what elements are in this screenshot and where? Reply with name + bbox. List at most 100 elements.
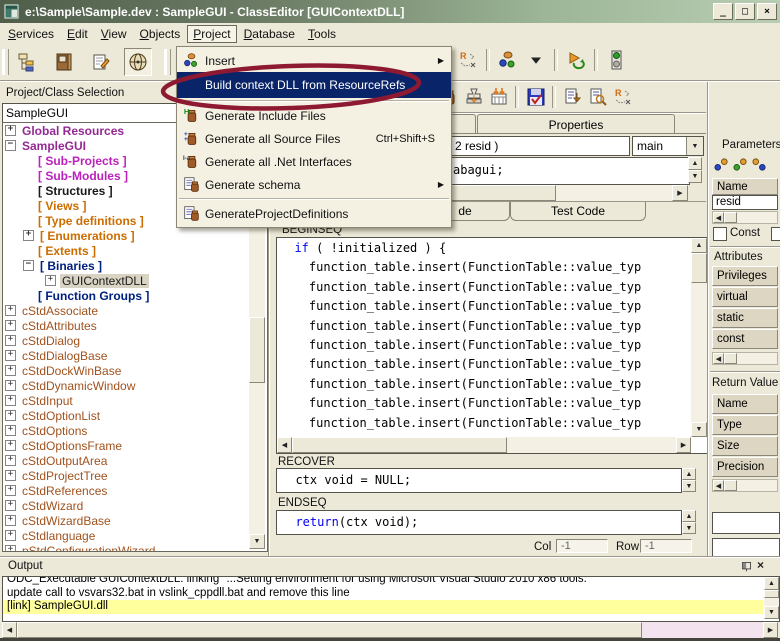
menu-item-generate-all-source-files[interactable]: ++Generate all Source FilesCtrl+Shift+S [177,127,451,150]
tree-expander-icon[interactable]: + [5,425,16,436]
tree-item--enumerations-[interactable]: +[ Enumerations ] [3,228,267,243]
tree-expander-icon[interactable]: + [5,500,16,511]
tree-expander-icon[interactable]: + [23,230,34,241]
return-extra-field-1[interactable] [712,512,780,534]
tree-item-cstdinput[interactable]: +cStdInput [3,393,267,408]
menu-view[interactable]: View [95,25,133,43]
tab-properties[interactable]: Properties [477,114,675,134]
export-doc-button[interactable] [560,84,585,109]
attributes-hscrollbar[interactable]: ◀ [712,352,778,365]
tree-item--binaries-[interactable]: −[ Binaries ] [3,258,267,273]
menu-edit[interactable]: Edit [61,25,94,43]
param-pair-blue-icon[interactable] [714,157,729,172]
param-const-checkbox-2[interactable] [771,227,780,241]
declaration-spinner[interactable]: ▲ ▼ [688,157,702,183]
menu-item-generate-all-net-interfaces[interactable]: I-aGenerate all .Net Interfaces [177,150,451,173]
tree-expander-icon[interactable]: + [5,410,16,421]
tree-item-cstdoptionsframe[interactable]: +cStdOptionsFrame [3,438,267,453]
tree-item-cstdprojecttree[interactable]: +cStdProjectTree [3,468,267,483]
tree-item-cstdwizardbase[interactable]: +cStdWizardBase [3,513,267,528]
pin-icon[interactable] [740,560,753,573]
output-line[interactable]: update call to vsvars32.bat in vslink_cp… [3,587,763,601]
tree-item-pstdconfigurationwizard[interactable]: +pStdConfigurationWizard [3,543,267,552]
endseq-field[interactable]: return(ctx void); [276,510,682,535]
return-row-size[interactable]: Size [712,436,778,456]
return-row-type[interactable]: Type [712,415,778,435]
code-hscrollbar[interactable]: ◀ ▶ [277,437,691,453]
tree-expander-icon[interactable]: + [5,350,16,361]
menu-item-build-context-dll-from-resourcerefs[interactable]: Build context DLL from ResourceRefs [177,72,451,98]
library-button[interactable] [50,48,78,76]
tree-expander-icon[interactable]: + [5,335,16,346]
dropdown-arrow-button[interactable] [522,46,550,74]
class-tree-button[interactable] [13,48,41,76]
attribute-row-virtual[interactable]: virtual [712,287,778,307]
tree-expander-icon[interactable]: − [23,260,34,271]
toolbar-drag-handle[interactable] [2,49,9,75]
recover-spinner[interactable]: ▲ ▼ [682,468,696,493]
tree-item-cstdoptions[interactable]: +cStdOptions [3,423,267,438]
tree-expander-icon[interactable]: + [5,455,16,466]
recover-field[interactable]: ctx void = NULL; [276,468,682,493]
tree-expander-icon[interactable]: + [5,440,16,451]
param-pair-orange-icon[interactable] [752,157,767,172]
run-button[interactable] [562,46,590,74]
attribute-row-privileges[interactable]: Privileges [712,266,778,286]
tree-item-cstddialogbase[interactable]: +cStdDialogBase [3,348,267,363]
menu-database[interactable]: Database [238,25,301,43]
output-hscrollbar[interactable]: ◀ ▶ [2,622,778,638]
return-extra-field-2[interactable] [712,538,780,557]
menu-item-generateprojectdefinitions[interactable]: GenerateProjectDefinitions [177,202,451,225]
tree-expander-icon[interactable]: + [5,530,16,541]
return-row-precision[interactable]: Precision [712,457,778,477]
param-pair-green-icon[interactable] [733,157,748,172]
tree-item-cstdreferences[interactable]: +cStdReferences [3,483,267,498]
tab-test-code[interactable]: Test Code [510,202,646,221]
maximize-button[interactable]: □ [735,3,755,20]
tree-item-guicontextdll[interactable]: +GUIContextDLL [3,273,267,288]
tree-expander-icon[interactable]: + [5,545,16,552]
menu-tools[interactable]: Tools [302,25,342,43]
tree-expander-icon[interactable]: + [5,320,16,331]
stamp-button[interactable] [461,84,486,109]
endseq-spinner[interactable]: ▲ ▼ [682,510,696,535]
menu-item-generate-schema[interactable]: Generate schema▶ [177,173,451,196]
tree-item-cstddynamicwindow[interactable]: +cStdDynamicWindow [3,378,267,393]
tree-expander-icon[interactable]: + [5,365,16,376]
tree-expander-icon[interactable]: + [5,125,16,136]
tree-expander-icon[interactable]: + [5,380,16,391]
tree-item-cstddockwinbase[interactable]: +cStdDockWinBase [3,363,267,378]
return-row-name[interactable]: Name [712,394,778,414]
find-doc-button[interactable] [585,84,610,109]
toolbar-drag-handle[interactable] [164,49,171,75]
menu-item-generate-include-files[interactable]: HGenerate Include Files [177,104,451,127]
right-splitter[interactable] [707,82,709,556]
tree-expander-icon[interactable]: + [5,470,16,481]
menu-services[interactable]: Services [2,25,60,43]
tree-item-cstdlanguage[interactable]: +cStdlanguage [3,528,267,543]
tree-item-cstdassociate[interactable]: +cStdAssociate [3,303,267,318]
output-vscrollbar[interactable]: ▲ ▼ [764,577,779,619]
tree-item--function-groups-[interactable]: [ Function Groups ] [3,288,267,303]
tree-expander-icon[interactable]: − [5,140,16,151]
close-button[interactable]: × [757,3,777,20]
return-hscrollbar[interactable]: ◀ [712,479,778,492]
output-splitter[interactable] [0,556,780,558]
code-vscrollbar[interactable]: ▲ ▼ [691,238,707,437]
menu-project[interactable]: Project [187,25,236,43]
insert-objects-button[interactable] [494,46,522,74]
param-name-value[interactable]: resid [712,195,778,210]
refresh-resources-button[interactable]: R [454,46,482,74]
save-check-button[interactable] [523,84,548,109]
tree-item-cstdattributes[interactable]: +cStdAttributes [3,318,267,333]
edit-source-button[interactable] [87,48,115,76]
menu-item-insert[interactable]: Insert▶ [177,49,451,72]
output-line[interactable]: [link] SampleGUI.dll [3,600,763,614]
close-output-icon[interactable]: × [757,558,764,572]
output-line[interactable]: ODC_Executable GUIContextDLL: linking ".… [3,576,763,587]
param-const-checkbox[interactable] [713,227,727,241]
breakpoint-button[interactable] [602,46,630,74]
tree-item-cstdwizard[interactable]: +cStdWizard [3,498,267,513]
tree-expander-icon[interactable]: + [5,305,16,316]
scope-combo[interactable]: main ▼ [632,136,704,156]
